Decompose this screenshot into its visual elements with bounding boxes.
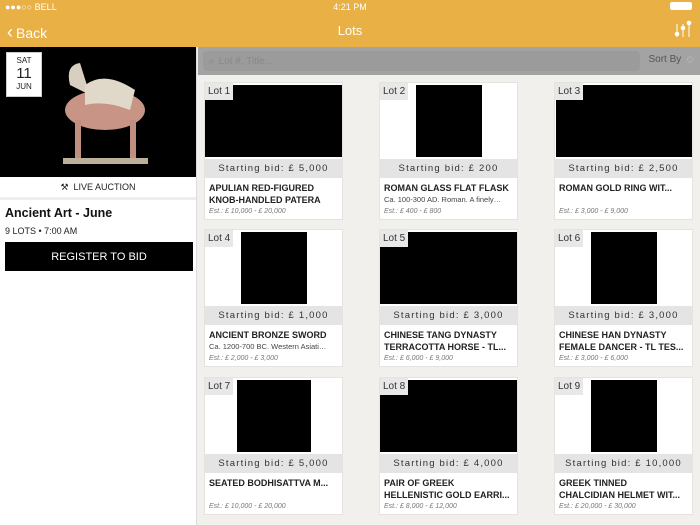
sort-chevrons-icon: ◇ [686, 54, 694, 65]
sort-by-label: Sort By [648, 54, 682, 65]
lot-number: Lot 1 [205, 83, 234, 100]
lot-description: Ca. 100-300 AD. Roman. A finely… [384, 195, 502, 204]
sort-by-button[interactable]: Sort By ◇ [649, 54, 695, 65]
lot-card[interactable]: Lot 6 Starting bid: £ 3,000 CHINESE HAN … [554, 229, 693, 367]
lot-number: Lot 6 [555, 230, 584, 247]
lot-card[interactable]: Lot 8 Starting bid: £ 4,000 PAIR OF GREE… [379, 377, 518, 515]
lot-number: Lot 8 [380, 378, 409, 395]
lot-estimate: Est.: £ 2,000 - £ 3,000 [209, 355, 278, 362]
lot-number: Lot 4 [205, 230, 234, 247]
lot-number: Lot 9 [555, 378, 584, 395]
lot-card[interactable]: Lot 4 Starting bid: £ 1,000 ANCIENT BRON… [204, 229, 343, 367]
starting-bid: Starting bid: £ 5,000 [205, 454, 342, 473]
lot-number: Lot 7 [205, 378, 234, 395]
search-icon: ⌕ [209, 55, 215, 67]
lot-estimate: Est.: £ 400 - £ 800 [384, 208, 442, 215]
sale-meta: 9 LOTS • 7:00 AM [5, 226, 78, 236]
starting-bid: Starting bid: £ 2,500 [555, 159, 692, 178]
lot-card[interactable]: Lot 2 Starting bid: £ 200 ROMAN GLASS FL… [379, 82, 518, 220]
horse-image [63, 63, 148, 164]
starting-bid: Starting bid: £ 3,000 [555, 306, 692, 325]
lot-card[interactable]: Lot 3 Starting bid: £ 2,500 ROMAN GOLD R… [554, 82, 693, 220]
lot-estimate: Est.: £ 8,000 - £ 12,000 [384, 503, 457, 510]
lot-image [240, 232, 307, 304]
lot-title: SEATED BODHISATTVA M... [209, 478, 329, 488]
lot-title: ROMAN GLASS FLAT FLASK [384, 183, 509, 193]
lot-estimate: Est.: £ 3,000 - £ 6,000 [559, 355, 628, 362]
register-to-bid-button[interactable]: REGISTER TO BID [5, 242, 193, 271]
live-auction-label: LIVE AUCTION [73, 182, 136, 192]
lot-title: ROMAN GOLD RING WIT... [559, 183, 672, 193]
date-day: SAT [16, 56, 32, 65]
sale-title: Ancient Art - June [5, 206, 113, 220]
live-auction-badge: ⚒ LIVE AUCTION [0, 177, 196, 200]
date-month: JUN [16, 82, 32, 92]
sale-panel: SAT 11 JUN ⚒ LIVE AUCTION Ancient Art - Jun… [0, 47, 197, 525]
lot-number: Lot 5 [380, 230, 409, 247]
lot-estimate: Est.: £ 10,000 - £ 20,000 [209, 503, 286, 510]
search-placeholder: Lot #, Title... [218, 55, 274, 67]
sale-image: SAT 11 JUN [0, 47, 196, 177]
lot-image [590, 380, 657, 452]
lot-image [236, 380, 311, 452]
starting-bid: Starting bid: £ 4,000 [380, 454, 517, 473]
gavel-icon: ⚒ [60, 181, 69, 192]
lot-title: PAIR OF GREEK HELLENISTIC GOLD EARRI... [384, 478, 510, 500]
lot-title: APULIAN RED-FIGURED KNOB-HANDLED PATERA [209, 183, 321, 205]
lot-title: ANCIENT BRONZE SWORD [209, 330, 327, 340]
lot-card[interactable]: Lot 1 Starting bid: £ 5,000 APULIAN RED-… [204, 82, 343, 220]
lot-estimate: Est.: £ 6,000 - £ 9,000 [384, 355, 453, 362]
starting-bid: Starting bid: £ 5,000 [205, 159, 342, 178]
starting-bid: Starting bid: £ 200 [380, 159, 517, 178]
nav-bar: ●●●○○ BELL 4:21 PM ‹ Back Lots [0, 0, 700, 47]
starting-bid: Starting bid: £ 1,000 [205, 306, 342, 325]
lot-card[interactable]: Lot 9 Starting bid: £ 10,000 GREEK TINNE… [554, 377, 693, 515]
date-badge: SAT 11 JUN [6, 52, 42, 97]
page-title: Lots [337, 23, 363, 38]
lot-image [415, 85, 482, 157]
lot-title: CHINESE HAN DYNASTY FEMALE DANCER - TL T… [559, 330, 684, 352]
lot-number: Lot 3 [555, 83, 584, 100]
search-input[interactable]: ⌕ Lot #, Title... [203, 51, 640, 71]
lot-estimate: Est.: £ 3,000 - £ 9,000 [559, 208, 628, 215]
search-bar: ⌕ Lot #, Title... Sort By ◇ [198, 47, 700, 75]
date-number: 11 [16, 65, 32, 83]
lot-image [590, 232, 657, 304]
lot-title: GREEK TINNED CHALCIDIAN HELMET WIT... [559, 478, 680, 500]
lot-estimate: Est.: £ 10,000 - £ 20,000 [209, 208, 286, 215]
battery-icon [670, 2, 692, 10]
lot-description: Ca. 1200-700 BC. Western Asiati… [209, 342, 327, 351]
starting-bid: Starting bid: £ 10,000 [555, 454, 692, 473]
lot-estimate: Est.: £ 20,000 - £ 30,000 [559, 503, 636, 510]
lot-title: CHINESE TANG DYNASTY TERRACOTTA HORSE - … [384, 330, 506, 352]
lot-card[interactable]: Lot 7 Starting bid: £ 5,000 SEATED BODHI… [204, 377, 343, 515]
filter-sliders-icon[interactable] [674, 20, 692, 38]
starting-bid: Starting bid: £ 3,000 [380, 306, 517, 325]
lot-number: Lot 2 [380, 83, 409, 100]
lot-card[interactable]: Lot 5 Starting bid: £ 3,000 CHINESE TANG… [379, 229, 518, 367]
clock: 4:21 PM [333, 2, 367, 12]
